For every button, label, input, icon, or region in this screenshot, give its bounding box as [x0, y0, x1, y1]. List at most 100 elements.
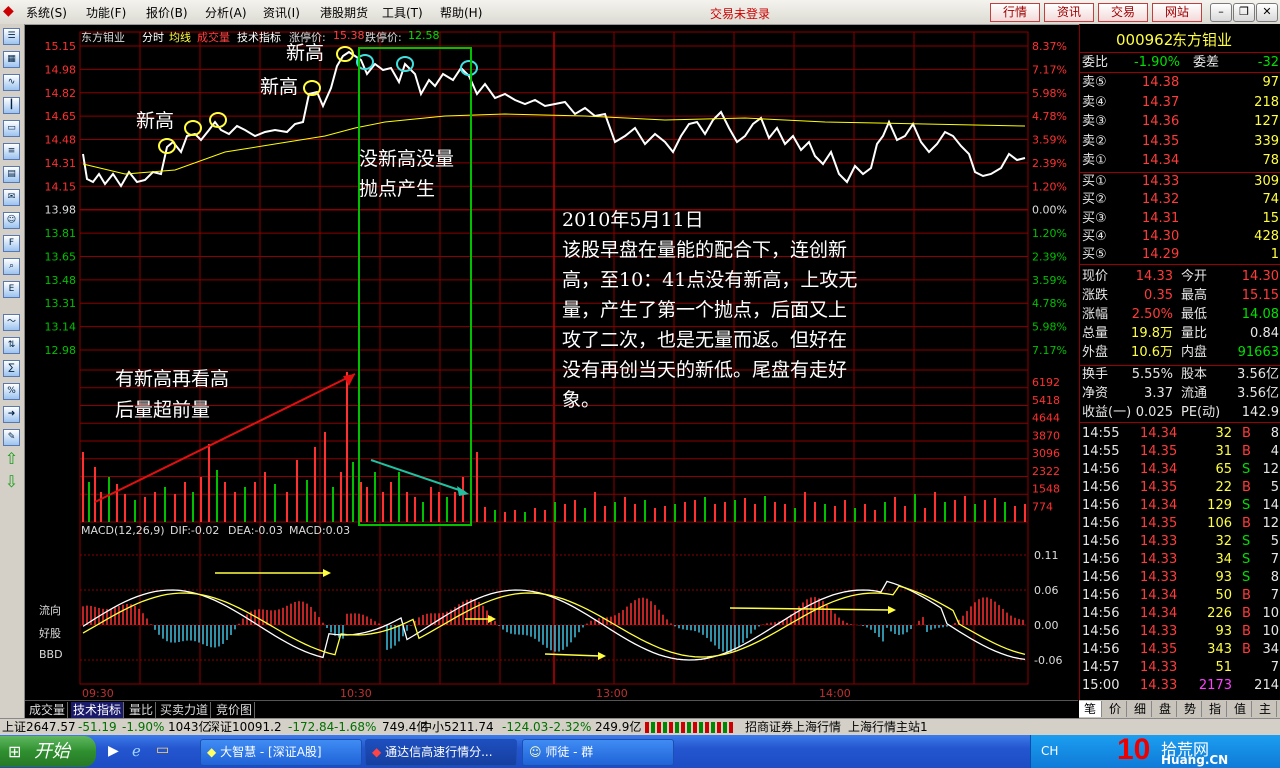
tick-row[interactable]: 14:56 14.34 65 S 12	[1080, 461, 1280, 479]
tick-row[interactable]: 14:57 14.33 51 7	[1080, 659, 1280, 677]
tab-main[interactable]: 主	[1254, 701, 1277, 717]
task-qq-group[interactable]: ☺ 师徒 - 群	[522, 739, 674, 766]
good-stock-label[interactable]: 好股	[39, 625, 61, 641]
analysis-text: 2010年5月11日 该股早盘在量能的配合下，连创新 高，至10：41点没有新高…	[562, 205, 932, 415]
etf-icon[interactable]: E	[3, 281, 20, 298]
tab-trades[interactable]: 笔	[1079, 701, 1102, 717]
compare-icon[interactable]: ⇅	[3, 337, 20, 354]
tick-row[interactable]: 14:56 14.35 343 B 34	[1080, 641, 1280, 659]
tick-row[interactable]: 14:56 14.34 226 B 10	[1080, 605, 1280, 623]
menu-tools[interactable]: 工具(T)	[382, 4, 423, 21]
stat-row[interactable]: 总量 19.8万 量比 0.84	[1080, 325, 1280, 343]
document-icon[interactable]: ▤	[3, 166, 20, 183]
line-chart-icon[interactable]: ∿	[3, 74, 20, 91]
menu-icon[interactable]: ☰	[3, 28, 20, 45]
arrow-down-icon[interactable]: ⇩	[3, 473, 20, 490]
tab-detail[interactable]: 细	[1129, 701, 1152, 717]
grid-icon[interactable]: ▦	[3, 51, 20, 68]
search-icon[interactable]: ⌕	[3, 258, 20, 275]
ten-percent-icon[interactable]: %	[3, 383, 20, 400]
bid-row[interactable]: 买② 14.32 74	[1080, 191, 1280, 209]
tab-trend[interactable]: 势	[1179, 701, 1202, 717]
media-player-icon[interactable]: ▶	[108, 743, 119, 759]
kline-icon[interactable]: ┃	[3, 97, 20, 114]
intraday-chart[interactable]: 15.15 8.37% 14.98 7.17% 14.82 5.98% 14.65 4.78%…	[25, 24, 1078, 700]
ask-row[interactable]: 卖③ 14.36 127	[1080, 113, 1280, 131]
close-icon[interactable]: ✕	[1256, 3, 1278, 22]
ask-row[interactable]: 卖④ 14.37 218	[1080, 94, 1280, 112]
menu-help[interactable]: 帮助(H)	[440, 4, 482, 21]
tab-price[interactable]: 价	[1104, 701, 1127, 717]
window-icon[interactable]: ▭	[3, 120, 20, 137]
tab-buy-sell-force[interactable]: 买卖力道	[158, 702, 212, 718]
stat-row[interactable]: 现价 14.33 今开 14.30	[1080, 268, 1280, 286]
flow-label[interactable]: 流向	[39, 602, 61, 618]
stat-value: 2.50%	[1131, 307, 1173, 322]
bid-row[interactable]: 买⑤ 14.29 1	[1080, 246, 1280, 264]
tab-value[interactable]: 值	[1229, 701, 1252, 717]
bbd-label[interactable]: BBD	[39, 648, 63, 661]
stat-row[interactable]: 涨幅 2.50% 最低 14.08	[1080, 306, 1280, 324]
tick-row[interactable]: 14:56 14.34 129 S 14	[1080, 497, 1280, 515]
mail-icon[interactable]: ✉	[3, 189, 20, 206]
website-button[interactable]: 网站	[1152, 3, 1202, 22]
trade-button[interactable]: 交易	[1098, 3, 1148, 22]
tab-tech-indicator[interactable]: 技术指标	[71, 702, 125, 718]
weicha-value: -32	[1257, 55, 1279, 70]
pen-icon[interactable]: ✎	[3, 429, 20, 446]
bid-price: 14.30	[1142, 228, 1180, 244]
stat-row[interactable]: 收益(一) 0.025 PE(动) 142.9	[1080, 404, 1280, 422]
ask-row[interactable]: 卖① 14.34 78	[1080, 152, 1280, 170]
menu-info[interactable]: 资讯(I)	[263, 4, 300, 21]
start-button[interactable]: ⊞ 开始	[0, 736, 96, 767]
tick-time: 14:56	[1082, 498, 1120, 513]
indicator-icon[interactable]: ∑	[3, 360, 20, 377]
tick-row[interactable]: 14:55 14.35 31 B 4	[1080, 443, 1280, 461]
stat-row[interactable]: 换手 5.55% 股本 3.56亿	[1080, 366, 1280, 384]
task-tongdaxin[interactable]: ◆ 通达信高速行情分...	[365, 739, 517, 766]
tick-row[interactable]: 14:55 14.34 32 B 8	[1080, 425, 1280, 443]
bid-row[interactable]: 买④ 14.30 428	[1080, 228, 1280, 246]
folder-icon[interactable]: ▭	[156, 742, 169, 758]
price-tick-label: 13.98	[45, 204, 77, 217]
restore-icon[interactable]: ❐	[1233, 3, 1255, 22]
stat-label: 现价	[1082, 269, 1109, 284]
quote-button[interactable]: 行情	[990, 3, 1040, 22]
tick-row[interactable]: 14:56 14.35 22 B 5	[1080, 479, 1280, 497]
task-dazhihui[interactable]: ◆ 大智慧 - [深证A股]	[200, 739, 362, 766]
minimize-icon[interactable]: –	[1210, 3, 1232, 22]
tab-index[interactable]: 指	[1204, 701, 1227, 717]
tab-volume[interactable]: 成交量	[27, 702, 69, 718]
menu-hk-futures[interactable]: 港股期货	[320, 4, 368, 21]
users-icon[interactable]: ☺	[3, 212, 20, 229]
tick-row[interactable]: 14:56 14.33 34 S 7	[1080, 551, 1280, 569]
tick-row[interactable]: 14:56 14.34 50 B 7	[1080, 587, 1280, 605]
list-icon[interactable]: ≡	[3, 143, 20, 160]
bid-row[interactable]: 买③ 14.31 15	[1080, 210, 1280, 228]
stat-row[interactable]: 涨跌 0.35 最高 15.15	[1080, 287, 1280, 305]
tick-row[interactable]: 14:56 14.33 93 S 8	[1080, 569, 1280, 587]
stat-row[interactable]: 净资 3.37 流通 3.56亿	[1080, 385, 1280, 403]
tab-auction[interactable]: 竞价图	[214, 702, 256, 718]
tick-row[interactable]: 14:56 14.33 93 B 10	[1080, 623, 1280, 641]
trend-icon[interactable]: 〜	[3, 314, 20, 331]
language-indicator[interactable]: CH	[1041, 744, 1058, 758]
ask-row[interactable]: 卖⑤ 14.38 97	[1080, 74, 1280, 92]
arrow-up-icon[interactable]: ⇧	[3, 450, 20, 467]
stat-row[interactable]: 外盘 10.6万 内盘 91663	[1080, 344, 1280, 362]
menu-quote[interactable]: 报价(B)	[146, 4, 188, 21]
tab-orderbook[interactable]: 盘	[1154, 701, 1177, 717]
menu-analysis[interactable]: 分析(A)	[205, 4, 247, 21]
f10-icon[interactable]: F	[3, 235, 20, 252]
tick-row[interactable]: 14:56 14.35 106 B 12	[1080, 515, 1280, 533]
info-button[interactable]: 资讯	[1044, 3, 1094, 22]
ask-row[interactable]: 卖② 14.35 339	[1080, 133, 1280, 151]
export-icon[interactable]: ➜	[3, 406, 20, 423]
tick-row[interactable]: 15:00 14.33 2173 214	[1080, 677, 1280, 695]
ie-icon[interactable]: ℯ	[132, 742, 141, 760]
menu-function[interactable]: 功能(F)	[86, 4, 126, 21]
bid-row[interactable]: 买① 14.33 309	[1080, 173, 1280, 191]
tab-volume-ratio[interactable]: 量比	[127, 702, 157, 718]
menu-system[interactable]: 系统(S)	[26, 4, 67, 21]
tick-row[interactable]: 14:56 14.33 32 S 5	[1080, 533, 1280, 551]
